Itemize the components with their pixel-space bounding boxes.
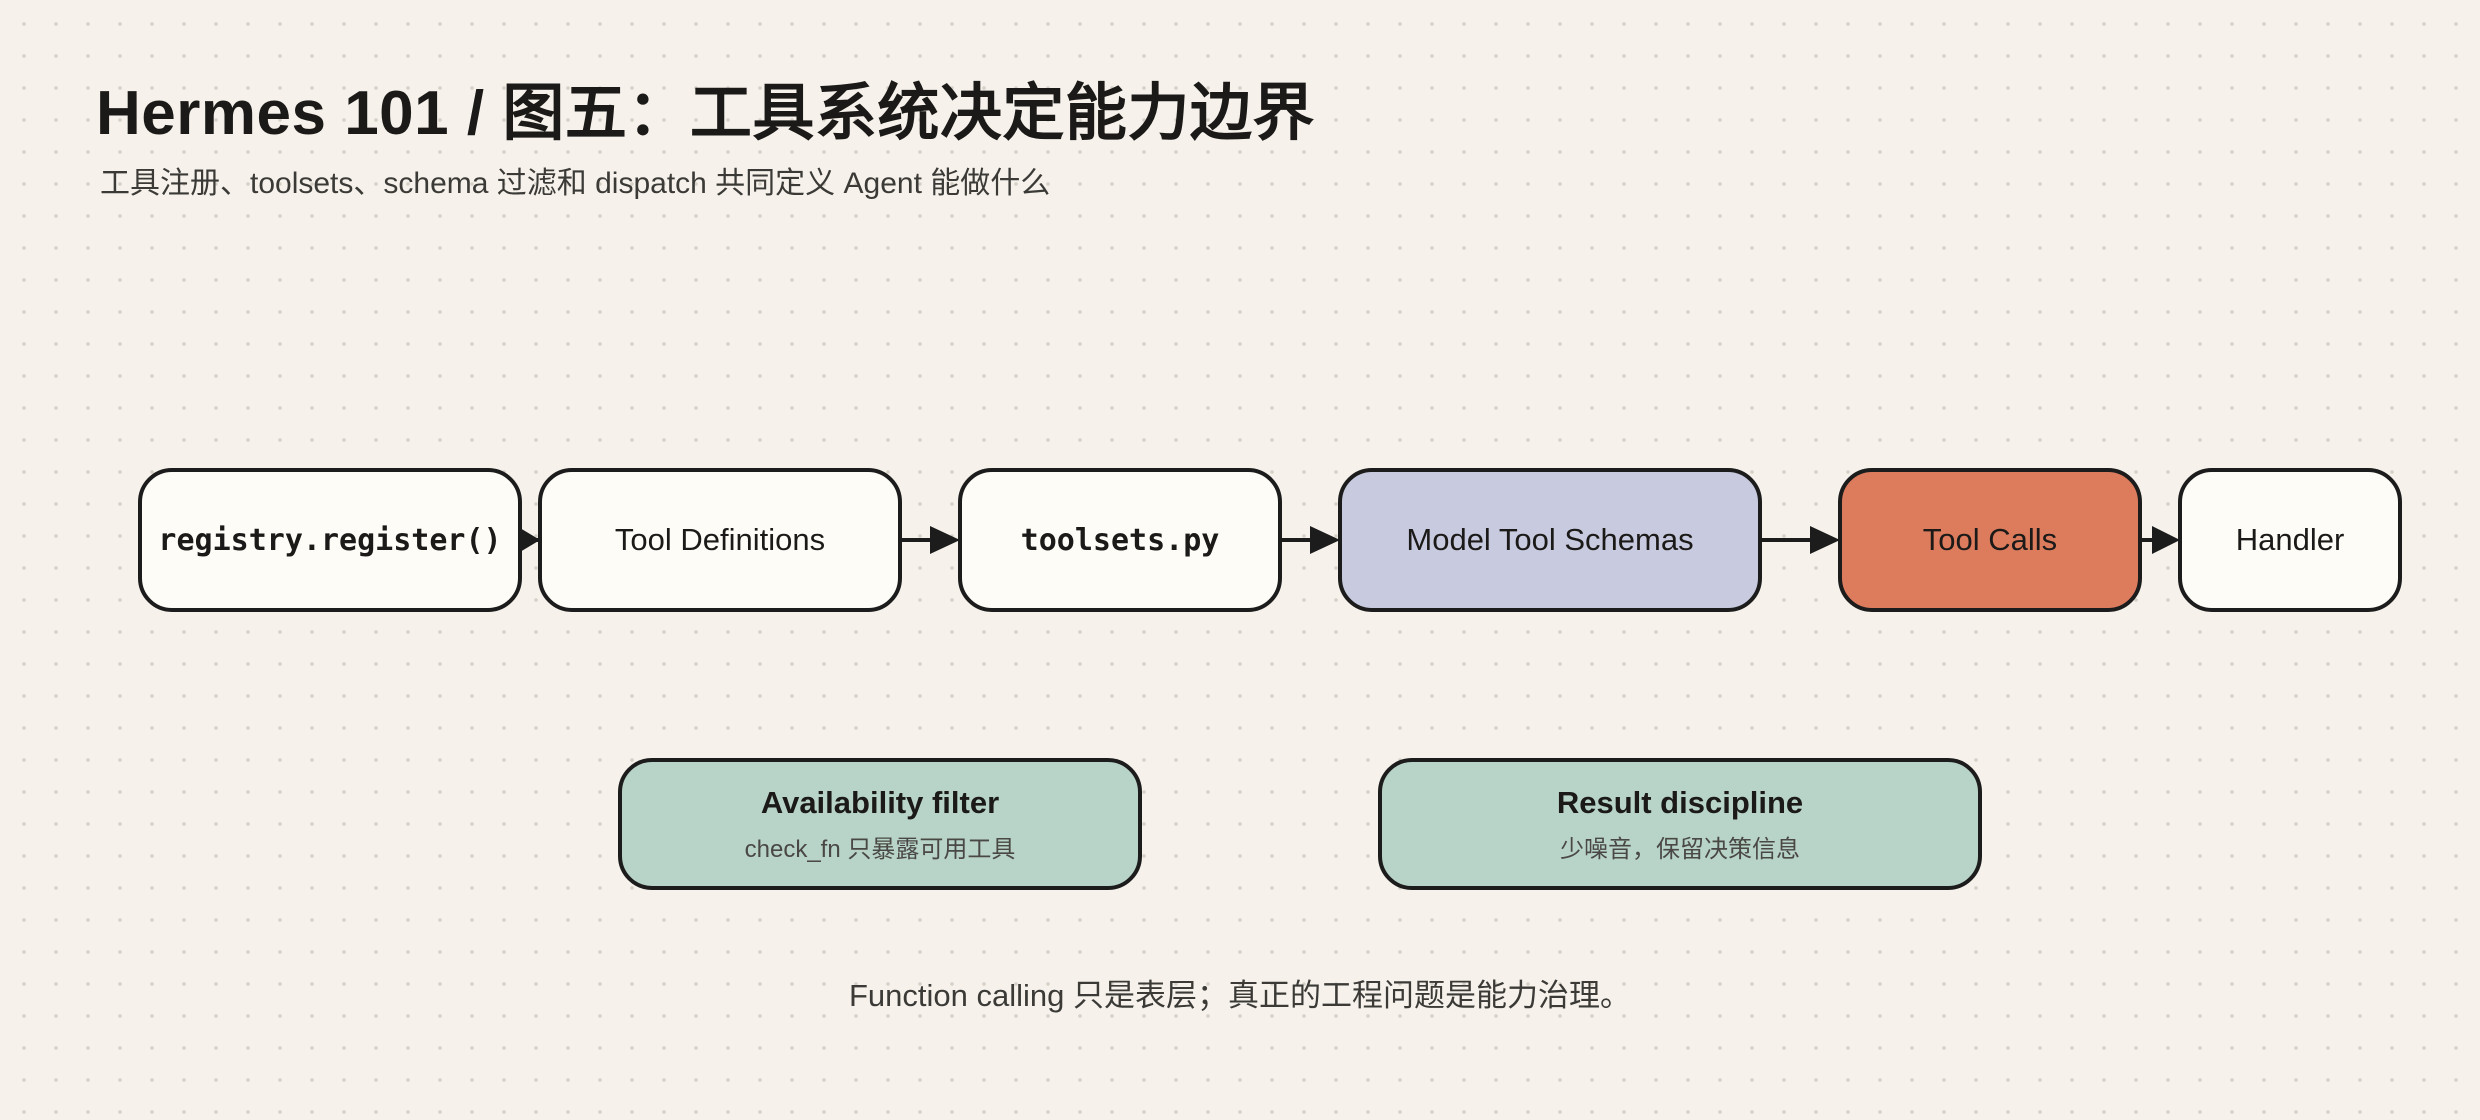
arrow-schemas-to-tool-calls <box>1760 526 1840 554</box>
note-availability-filter: Availability filter check_fn 只暴露可用工具 <box>618 758 1142 890</box>
node-registry-register: registry.register() <box>138 468 522 612</box>
arrow-definitions-to-toolsets <box>900 526 960 554</box>
arrow-register-to-definitions <box>520 528 540 552</box>
note-result-discipline-title: Result discipline <box>1556 784 1804 820</box>
footer-caption: Function calling 只是表层；真正的工程问题是能力治理。 <box>848 978 1631 1013</box>
note-result-discipline-detail: 少噪音，保留决策信息 <box>1560 835 1800 863</box>
arrow-tool-calls-to-handler <box>2140 526 2180 554</box>
node-handler: Handler <box>2178 468 2402 612</box>
node-toolsets-py: toolsets.py <box>958 468 1282 612</box>
note-availability-filter-detail: check_fn 只暴露可用工具 <box>744 835 1016 863</box>
arrow-toolsets-to-schemas <box>1280 526 1340 554</box>
node-model-tool-schemas: Model Tool Schemas <box>1338 468 1762 612</box>
node-tool-calls: Tool Calls <box>1838 468 2142 612</box>
note-availability-filter-title: Availability filter <box>760 784 1000 820</box>
note-result-discipline: Result discipline 少噪音，保留决策信息 <box>1378 758 1982 890</box>
node-tool-definitions: Tool Definitions <box>538 468 902 612</box>
